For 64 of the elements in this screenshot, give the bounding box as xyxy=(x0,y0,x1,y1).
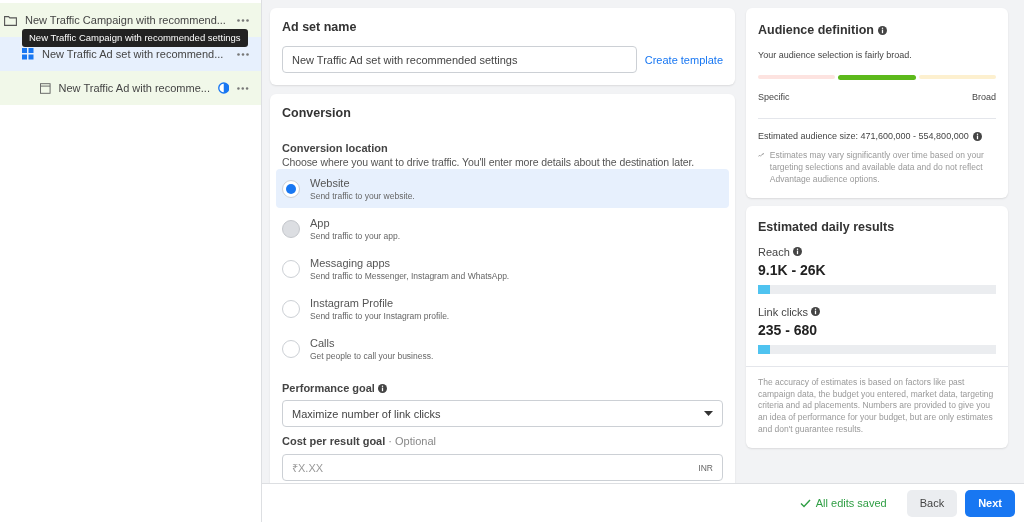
radio-button[interactable] xyxy=(282,259,300,278)
audience-size: Estimated audience size: 471,600,000 - 554,800,000 xyxy=(758,131,969,141)
tooltip: New Traffic Campaign with recommended settings xyxy=(22,29,248,47)
radio-button[interactable] xyxy=(282,179,300,198)
field-label: Cost per result goal xyxy=(282,435,386,447)
metric-value: 9.1K - 26K xyxy=(758,261,827,278)
tree-item-label: New Traffic Campaign with recommend... xyxy=(25,14,227,26)
ad-icon xyxy=(40,82,51,94)
folder-icon xyxy=(4,14,17,26)
grid-icon xyxy=(22,48,34,60)
optional-note: · Optional xyxy=(388,435,436,447)
save-status: All edits saved xyxy=(815,497,887,509)
field-hint: Choose where you want to drive traffic. You'll enter more details about the destination later. xyxy=(282,156,696,168)
radio-button[interactable] xyxy=(282,339,300,358)
option-description: Send traffic to your website. xyxy=(310,190,415,201)
card-title: Conversion xyxy=(282,106,352,120)
option-label: Messaging apps xyxy=(310,256,392,269)
option-description: Send traffic to your app. xyxy=(310,230,401,241)
option-description: Send traffic to Messenger, Instagram and WhatsApp. xyxy=(310,270,510,281)
option-label: App xyxy=(310,216,331,229)
tree-item-label: New Traffic Ad set with recommend... xyxy=(42,48,225,60)
info-icon xyxy=(878,25,887,35)
meter-label: Specific xyxy=(758,92,790,102)
option-label: Website xyxy=(310,176,351,189)
option-description: Get people to call your business. xyxy=(310,350,434,361)
card-title: Estimated daily results xyxy=(758,219,896,234)
radio-option[interactable]: Calls Get people to call your business. xyxy=(276,329,729,368)
metric-value: 235 - 680 xyxy=(758,321,819,338)
name-field[interactable]: New Traffic Ad set with recommended settings xyxy=(282,46,637,73)
more-icon[interactable] xyxy=(237,86,249,90)
more-icon[interactable] xyxy=(237,18,249,22)
audience-summary: Your audience selection is fairly broad. xyxy=(758,50,913,60)
back-button[interactable]: Back xyxy=(906,489,958,517)
radio-button[interactable] xyxy=(282,299,300,318)
check-icon xyxy=(799,498,811,508)
next-button[interactable]: Next xyxy=(965,489,1015,517)
caret-icon xyxy=(704,411,713,416)
card-title: Ad set name xyxy=(282,20,358,34)
tree-item[interactable]: New Traffic Ad with recomme... xyxy=(0,71,261,105)
info-icon xyxy=(811,307,821,317)
meter-label: Broad xyxy=(971,92,996,102)
radio-option[interactable]: Messaging apps Send traffic to Messenger, Instagram and WhatsApp. xyxy=(276,249,729,288)
info-icon xyxy=(792,247,802,257)
more-icon[interactable] xyxy=(237,52,249,56)
option-label: Instagram Profile xyxy=(310,296,395,309)
info-icon xyxy=(377,383,387,393)
tree-item-label: New Traffic Ad with recomme... xyxy=(58,82,210,94)
accuracy-note: The accuracy of estimates is based on factors like past campaign data, the budget you entered, market data, targeting criteria and ad placements. Numbers are provided to give you an idea of performance for your budget, but are only estimates and don't guarantee results. xyxy=(757,375,995,437)
create-template-link[interactable]: Create template xyxy=(644,53,723,66)
metric-label: Reach xyxy=(758,245,790,258)
radio-option[interactable]: Instagram Profile Send traffic to your Instagram profile. xyxy=(276,289,729,328)
option-description: Send traffic to your Instagram profile. xyxy=(310,310,450,321)
info-icon xyxy=(972,131,982,141)
metric-label: Link clicks xyxy=(758,305,809,318)
card-title: Audience definition xyxy=(758,23,874,37)
half-circle-icon xyxy=(217,82,230,94)
trend-icon xyxy=(758,150,764,160)
radio-option[interactable]: Website Send traffic to your website. xyxy=(276,169,729,208)
cost-field[interactable]: ₹X.XX INR xyxy=(282,454,723,481)
option-label: Calls xyxy=(310,336,336,349)
goal-dropdown[interactable]: Maximize number of link clicks xyxy=(282,400,723,427)
field-label: Performance goal xyxy=(282,382,375,394)
estimate-note: Estimates may vary significantly over time based on your targeting selections and available data and do not reflect Advantage audience options. xyxy=(769,150,985,186)
field-label: Conversion location xyxy=(282,142,389,154)
